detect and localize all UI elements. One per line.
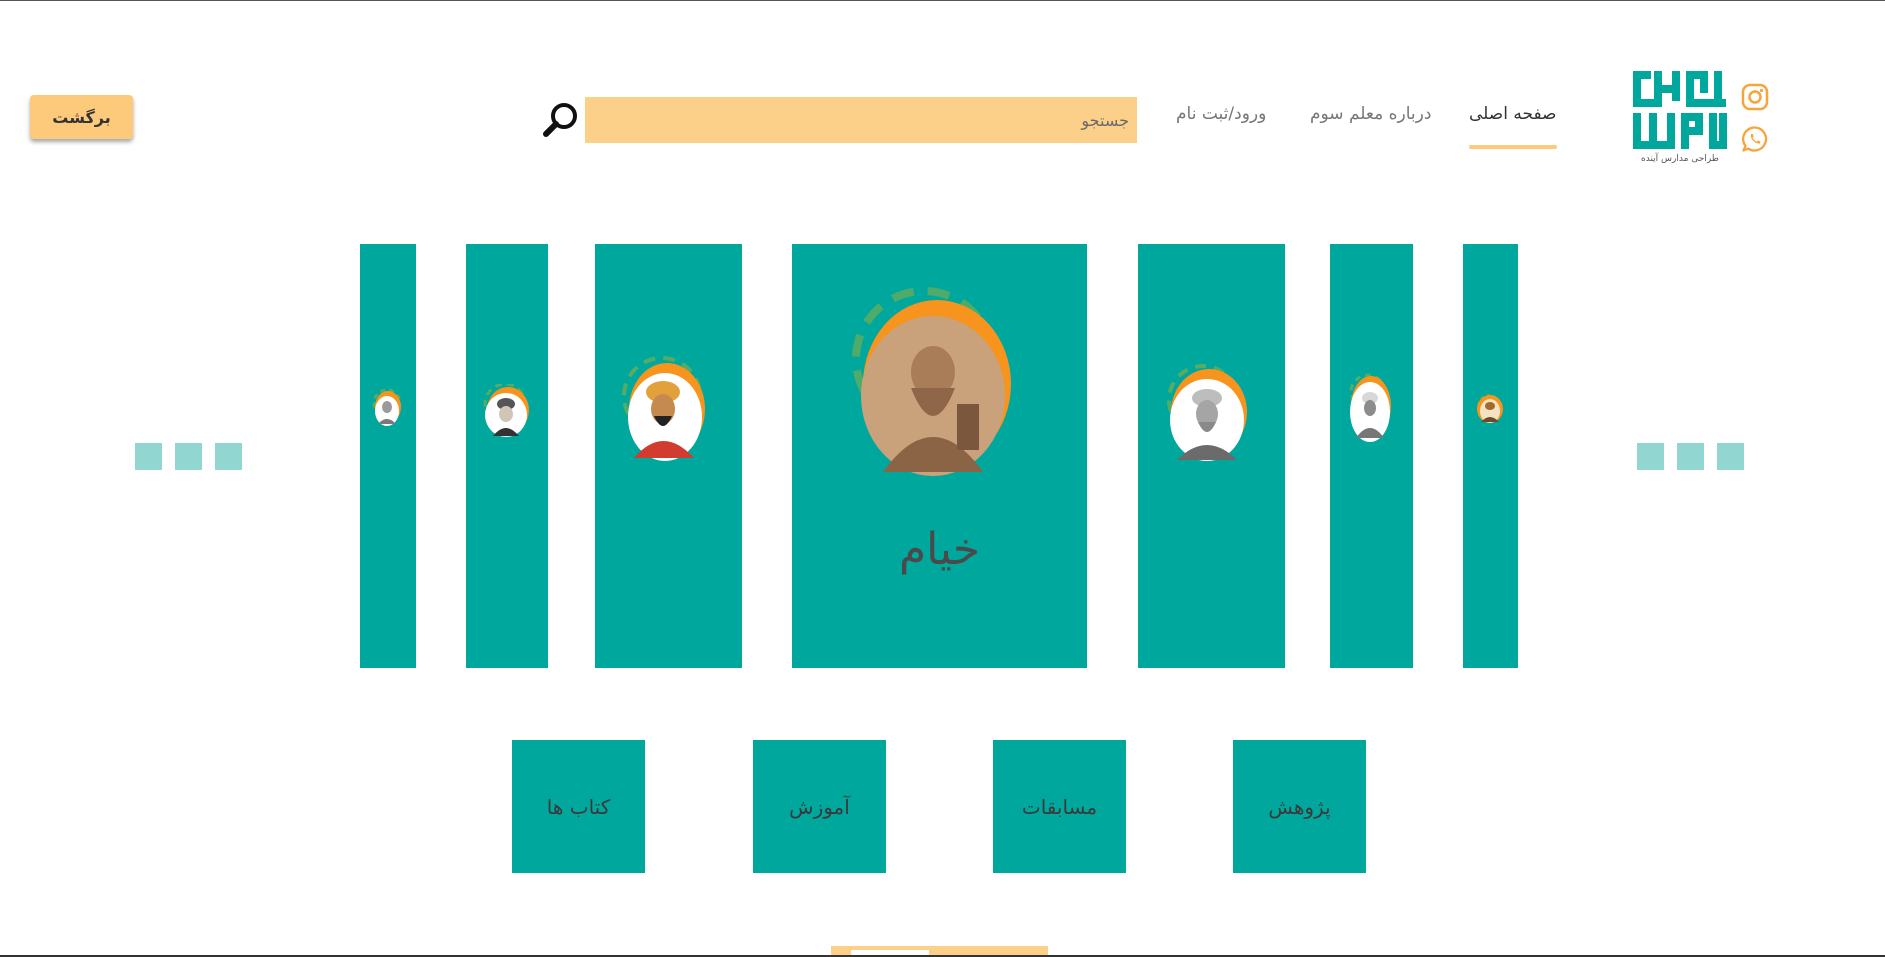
carousel-card-scholar-1[interactable] <box>360 244 416 668</box>
nav-home[interactable]: صفحه اصلی <box>1469 104 1556 124</box>
portrait-scholar-1 <box>372 388 402 426</box>
carousel-dot <box>1717 443 1744 470</box>
site-logo[interactable]: طراحی مدارس آینده <box>1630 68 1730 172</box>
carousel-dot <box>175 443 202 470</box>
carousel-dot <box>215 443 242 470</box>
nav-about[interactable]: درباره معلم سوم <box>1310 104 1431 124</box>
carousel-card-scholar-6[interactable] <box>1330 244 1413 668</box>
nav-login[interactable]: ورود/ثبت نام <box>1176 104 1266 124</box>
carousel-dot <box>135 443 162 470</box>
instagram-icon <box>1741 83 1769 111</box>
category-competitions[interactable]: مسابقات <box>993 740 1126 873</box>
back-button[interactable]: برگشت <box>30 95 133 139</box>
category-research[interactable]: پژوهش <box>1233 740 1366 873</box>
search-icon <box>543 103 577 137</box>
portrait-scholar-5 <box>1167 364 1247 461</box>
search-button[interactable] <box>537 97 585 143</box>
nav-active-indicator <box>1469 145 1557 149</box>
instagram-link[interactable] <box>1741 83 1769 115</box>
whatsapp-icon <box>1741 126 1768 152</box>
portrait-khayyam <box>852 287 1011 476</box>
carousel-card-khayyam[interactable]: خیام <box>792 244 1087 668</box>
portrait-scholar-2 <box>483 384 529 437</box>
top-border <box>0 0 1885 1</box>
portrait-scholar-3 <box>622 356 705 461</box>
carousel-card-scholar-2[interactable] <box>466 244 548 668</box>
carousel-prev-dots[interactable] <box>135 443 242 470</box>
category-books[interactable]: کتاب ها <box>512 740 645 873</box>
carousel-dot <box>1677 443 1704 470</box>
carousel-card-scholar-3[interactable] <box>595 244 742 668</box>
portrait-scholar-6 <box>1349 373 1391 442</box>
carousel-dot <box>1637 443 1664 470</box>
portrait-scholar-7 <box>1477 394 1503 423</box>
search-bar <box>537 97 1137 143</box>
category-education[interactable]: آموزش <box>753 740 886 873</box>
carousel-card-scholar-7[interactable] <box>1463 244 1518 668</box>
carousel-next-dots[interactable] <box>1637 443 1744 470</box>
active-card-title: خیام <box>898 524 981 575</box>
carousel-card-scholar-5[interactable] <box>1138 244 1285 668</box>
search-input[interactable] <box>585 97 1137 143</box>
whatsapp-link[interactable] <box>1741 125 1769 157</box>
logo-tagline: طراحی مدارس آینده <box>1641 154 1719 164</box>
